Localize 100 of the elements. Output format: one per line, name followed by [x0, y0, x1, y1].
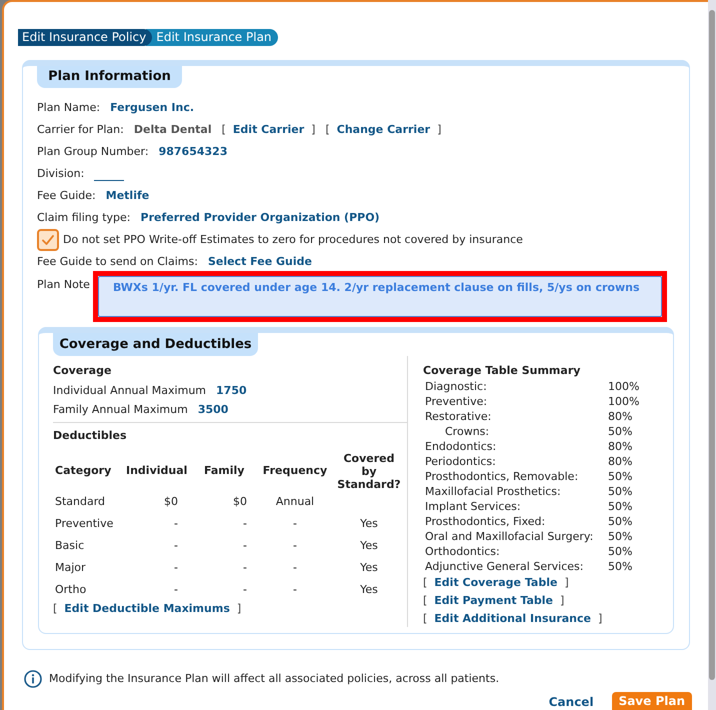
coverage-percent: 50% — [608, 484, 634, 499]
table-cell-text: - — [292, 516, 298, 532]
coverage-category: Endodontics: — [425, 439, 498, 454]
coverage-category: Adjunctive General Services: — [425, 559, 584, 574]
field-value: 987654323 — [158, 144, 228, 160]
field-value: Preferred Provider Organization (PPO) — [140, 210, 380, 226]
column-header: Frequency — [262, 462, 328, 479]
text-link[interactable]: Select Fee Guide — [208, 254, 312, 270]
table-cell-text: Annual — [274, 494, 316, 510]
column-header: Category — [54, 462, 112, 479]
coverage-percent: 100% — [608, 379, 640, 394]
field-label: Do not set PPO Write-off Estimates to zero for procedures not covered by insurance — [63, 232, 523, 248]
subsection-heading: Coverage Table Summary — [423, 363, 582, 379]
coverage-category: Preventive: — [425, 394, 488, 409]
field-label: Plan Name: — [37, 100, 100, 116]
column-header: Individual — [125, 462, 188, 479]
subsection-heading: Coverage — [53, 363, 112, 379]
text-link[interactable]: Change Carrier — [336, 122, 430, 138]
coverage-percent: 50% — [608, 424, 634, 439]
coverage-percent: 50% — [608, 529, 634, 544]
open-bracket: [ — [423, 574, 428, 591]
close-bracket: ] — [236, 600, 242, 617]
close-bracket: ] — [560, 592, 564, 609]
open-bracket: [ — [423, 610, 428, 627]
table-cell-text: Yes — [359, 560, 379, 576]
coverage-label: Individual Annual Maximum — [53, 383, 206, 400]
coverage-category: Maxillofacial Prosthetics: — [425, 484, 562, 499]
scrollbar-thumb[interactable] — [709, 10, 715, 680]
field-value: Delta Dental — [134, 122, 212, 138]
text-link[interactable]: Edit Payment Table — [434, 592, 554, 610]
table-cell-text: $0 — [232, 494, 248, 510]
table-cell-text: Preventive — [54, 516, 114, 532]
table-cell-text: Standard — [54, 494, 106, 510]
table-cell-text: - — [173, 516, 179, 532]
text-link[interactable]: Edit Deductible Maximums — [64, 600, 230, 618]
table-cell-text: - — [242, 516, 248, 532]
coverage-amount: 1750 — [216, 383, 247, 400]
section-title: Coverage and Deductibles — [53, 333, 258, 356]
field-label: Fee Guide to send on Claims: — [37, 254, 198, 270]
field-label: Carrier for Plan: — [37, 122, 124, 138]
open-bracket: [ — [53, 600, 58, 617]
close-bracket: ] — [564, 574, 569, 591]
coverage-percent: 50% — [608, 469, 634, 484]
text-link[interactable]: Edit Coverage Table — [434, 574, 558, 592]
field-value: Fergusen Inc. — [110, 100, 194, 116]
coverage-category: Prosthodontics, Fixed: — [425, 514, 546, 529]
tab[interactable]: Edit Insurance Plan — [146, 29, 278, 46]
text-link[interactable]: Edit Additional Insurance — [434, 610, 591, 628]
coverage-category: Periodontics: — [425, 454, 497, 469]
open-bracket: [ — [222, 122, 226, 138]
open-bracket: [ — [325, 122, 330, 138]
tab[interactable]: Edit Insurance Policy — [18, 29, 152, 46]
coverage-category: Prosthodontics, Removable: — [425, 469, 580, 484]
table-cell-text: - — [292, 582, 298, 598]
table-cell-text: Yes — [359, 538, 379, 554]
table-cell-text: Basic — [54, 538, 86, 554]
table-cell-text: - — [242, 560, 248, 576]
table-cell-text: - — [173, 582, 179, 598]
table-cell-text: - — [242, 538, 248, 554]
coverage-percent: 80% — [608, 409, 634, 424]
coverage-percent: 80% — [608, 454, 634, 469]
checkbox[interactable] — [37, 229, 59, 251]
coverage-percent: 100% — [608, 394, 640, 409]
cancel-link[interactable]: Cancel — [548, 695, 594, 710]
table-cell-text: $0 — [163, 494, 179, 510]
table-cell-text: - — [173, 538, 179, 554]
field-label: Division: — [37, 166, 84, 182]
table-cell-text: Major — [54, 560, 87, 576]
coverage-percent: 50% — [608, 499, 634, 514]
close-bracket: ] — [437, 122, 442, 138]
coverage-category: Implant Services: — [425, 499, 522, 514]
close-bracket: ] — [311, 122, 316, 138]
table-cell-text: Ortho — [54, 582, 88, 598]
coverage-label: Family Annual Maximum — [53, 402, 188, 418]
coverage-category: Orthodontics: — [425, 544, 501, 559]
tick-icon — [42, 235, 54, 245]
table-cell-text: Yes — [359, 582, 379, 598]
text-link[interactable]: Edit Carrier — [232, 122, 304, 138]
table-cell-text: - — [292, 538, 298, 554]
table-cell-text: - — [173, 560, 179, 576]
coverage-category: Oral and Maxillofacial Surgery: — [425, 529, 594, 544]
section-title: Plan Information — [37, 66, 182, 88]
coverage-percent: 50% — [608, 544, 634, 559]
open-bracket: [ — [423, 592, 428, 609]
notice-text: Modifying the Insurance Plan will affect all associated policies, across all patients. — [49, 670, 500, 687]
info-icon — [24, 670, 42, 688]
table-cell-text: Yes — [359, 516, 379, 532]
column-header: Family — [203, 462, 246, 479]
close-bracket: ] — [598, 610, 602, 627]
table-cell-text: - — [292, 560, 298, 576]
coverage-category: Crowns: — [444, 424, 490, 439]
field-label: Plan Note — [37, 277, 91, 293]
coverage-percent: 80% — [608, 439, 634, 454]
coverage-percent: 50% — [608, 559, 634, 574]
coverage-category: Diagnostic: — [425, 379, 488, 394]
field-label: Plan Group Number: — [37, 144, 149, 160]
table-cell-text: - — [242, 582, 248, 598]
subsection-heading: Deductibles — [53, 428, 128, 444]
field-label: Fee Guide: — [37, 188, 96, 204]
column-header: Covered by Standard? — [336, 451, 402, 491]
